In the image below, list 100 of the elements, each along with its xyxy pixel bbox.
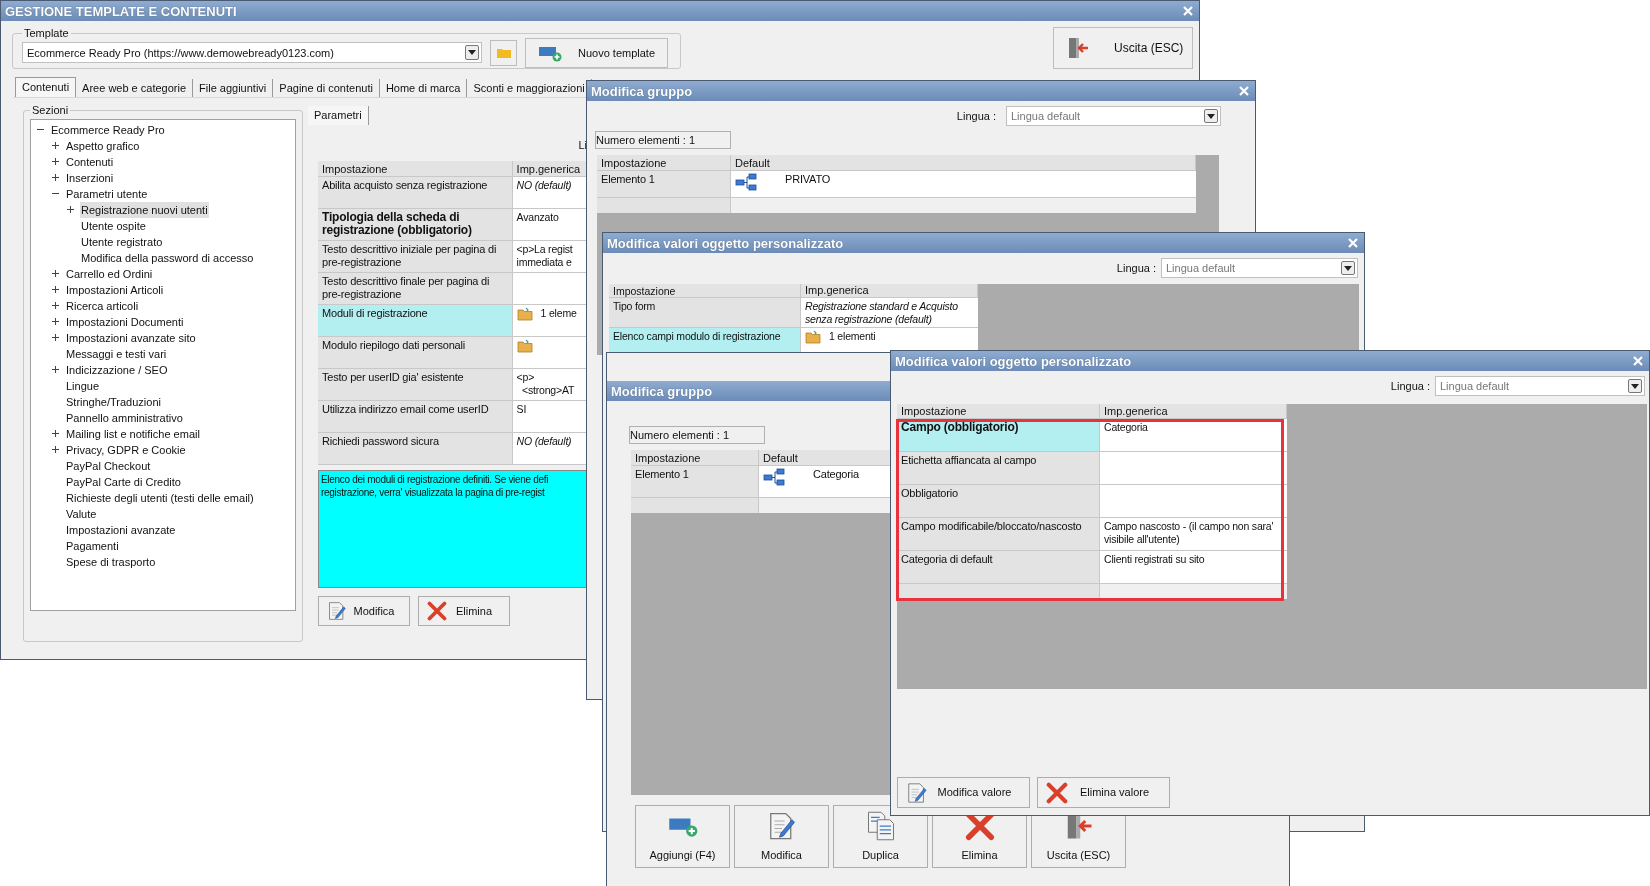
tab[interactable]: File aggiuntivi <box>193 79 274 97</box>
tree-item[interactable]: Registrazione nuovi utenti <box>80 201 209 218</box>
expand-icon[interactable] <box>51 429 60 438</box>
tab[interactable]: Aree web e categorie <box>76 79 194 97</box>
group-label: Template <box>23 26 70 41</box>
expand-icon[interactable] <box>51 141 60 150</box>
table-cell[interactable]: Richiedi password sicura <box>318 433 513 465</box>
expand-icon[interactable] <box>51 365 60 374</box>
language-label: Lingua : <box>956 108 996 124</box>
language-dropdown[interactable]: Lingua default <box>1435 376 1645 396</box>
table-cell[interactable]: Tipologia della scheda di registrazione (obbligatorio) <box>318 209 513 241</box>
expand-icon[interactable] <box>51 333 60 342</box>
column-header: Impostazione <box>318 161 513 177</box>
close-icon <box>1183 6 1193 16</box>
edit-button[interactable]: Modifica valore <box>897 777 1030 808</box>
close-button[interactable] <box>1237 84 1251 98</box>
close-button[interactable] <box>1631 354 1645 368</box>
cell-value: 1 elementi <box>829 330 876 343</box>
language-dropdown[interactable]: Lingua default <box>1161 258 1358 278</box>
table-cell[interactable] <box>597 198 731 213</box>
caret-icon <box>1204 109 1218 123</box>
table-cell[interactable]: Abilita acquisto senza registrazione <box>318 177 513 209</box>
table-cell[interactable]: PRIVATO <box>731 171 1196 198</box>
tab[interactable]: Contenuti <box>15 77 77 97</box>
cell-value: Clienti registrati su sito <box>1104 553 1205 566</box>
language-label: Lingua : <box>1390 378 1430 394</box>
close-button[interactable] <box>1346 236 1360 250</box>
exit-button[interactable]: Uscita (ESC) <box>1053 27 1193 69</box>
column-header: Impostazione <box>609 284 801 298</box>
table-cell[interactable]: Clienti registrati su sito <box>1100 551 1287 584</box>
expand-icon[interactable] <box>51 285 60 294</box>
table-cell[interactable]: Categoria di default <box>897 551 1100 584</box>
delete-button[interactable]: Elimina <box>418 596 510 626</box>
column-header: Imp.generica <box>801 284 978 298</box>
cell-value: <p> <strong>AT <box>516 371 575 397</box>
folder-icon <box>516 339 533 353</box>
edit-icon <box>906 781 928 804</box>
language-label: Lingua : <box>1116 260 1156 276</box>
table-cell[interactable]: Testo descrittivo iniziale per pagina di pre-registrazione <box>318 241 513 273</box>
table-cell[interactable]: Elemento 1 <box>597 171 731 198</box>
table-cell[interactable] <box>631 498 759 513</box>
window-title: Modifica gruppo <box>611 384 713 398</box>
expand-icon[interactable] <box>51 445 60 454</box>
column-header: Imp.generica <box>1100 404 1287 419</box>
window-title: Modifica gruppo <box>591 84 693 98</box>
hierarchy-icon <box>763 468 785 486</box>
window-title: GESTIONE TEMPLATE E CONTENUTI <box>5 4 237 18</box>
hierarchy-icon <box>735 173 757 191</box>
table-cell[interactable]: Modulo riepilogo dati personali <box>318 337 513 369</box>
delete-icon <box>1046 781 1068 804</box>
table-cell[interactable]: Registrazione standard e Acquisto senza registrazione (default) <box>801 298 978 328</box>
tab[interactable]: Home di marca <box>379 79 468 97</box>
cell-value: NO (default) <box>516 179 572 192</box>
description-text: Elenco dei moduli di registrazione definiti. Se viene defi <box>321 473 550 486</box>
element-count: Numero elementi : 1 <box>629 426 765 444</box>
cell-value: 1 eleme <box>540 307 577 320</box>
table-cell[interactable] <box>1100 485 1287 518</box>
new-template-button[interactable]: Nuovo template <box>525 37 668 68</box>
edit-button[interactable]: Modifica <box>318 596 410 626</box>
column-header: Impostazione <box>597 155 731 171</box>
table-cell[interactable]: Elemento 1 <box>631 466 759 498</box>
expand-icon[interactable] <box>51 301 60 310</box>
edit-icon <box>327 601 347 621</box>
template-dropdown[interactable]: Ecommerce Ready Pro (https://www.demowebready0123.com) <box>22 42 482 64</box>
table-cell[interactable]: Etichetta affiancata al campo <box>897 452 1100 485</box>
expand-icon[interactable] <box>51 173 60 182</box>
cell-value: Categoria <box>1104 421 1148 434</box>
cell-value: SI <box>516 403 527 416</box>
tab[interactable]: Pagine di contenuti <box>273 79 380 97</box>
expand-icon[interactable] <box>51 269 60 278</box>
cell-value: <p>La regist immediata e <box>516 243 573 269</box>
table-cell[interactable] <box>1100 452 1287 485</box>
tab[interactable]: Parametri <box>308 106 369 125</box>
edit-button[interactable]: Modifica <box>734 805 829 868</box>
group-label: Sezioni <box>31 103 70 118</box>
duplicate-button[interactable]: Duplica <box>833 805 928 868</box>
close-button[interactable] <box>1181 4 1195 18</box>
close-icon <box>1348 238 1358 248</box>
table-cell[interactable]: Utilizza indirizzo email come userID <box>318 401 513 433</box>
table-cell[interactable]: Tipo form <box>609 298 801 328</box>
table-cell[interactable]: Testo descrittivo finale per pagina di pre-registrazione <box>318 273 513 305</box>
column-header: Impostazione <box>897 404 1100 419</box>
table-cell[interactable]: Campo nascosto - (il campo non sara' visibile all'utente) <box>1100 518 1287 551</box>
expand-icon[interactable] <box>51 317 60 326</box>
expand-icon[interactable] <box>66 205 75 214</box>
close-icon <box>1633 356 1643 366</box>
cell-value: Avanzato <box>516 211 559 224</box>
table-cell[interactable]: Testo per userID gia' esistente <box>318 369 513 401</box>
expand-icon[interactable] <box>51 157 60 166</box>
table-cell[interactable]: Moduli di registrazione <box>318 305 513 337</box>
column-header: Default <box>731 155 1196 171</box>
cell-value: Categoria <box>813 468 859 481</box>
delete-button[interactable]: Elimina valore <box>1037 777 1170 808</box>
description-text: registrazione, verra' visualizzata la pagina di pre-regist <box>321 486 546 499</box>
language-dropdown[interactable]: Lingua default <box>1006 106 1221 126</box>
table-cell[interactable] <box>731 198 1196 213</box>
table-cell[interactable]: Obbligatorio <box>897 485 1100 518</box>
cell-value: Registrazione standard e Acquisto senza registrazione (default) <box>805 300 958 326</box>
add-button[interactable]: Aggiungi (F4) <box>635 805 730 868</box>
table-cell[interactable]: Campo modificabile/bloccato/nascosto <box>897 518 1100 551</box>
